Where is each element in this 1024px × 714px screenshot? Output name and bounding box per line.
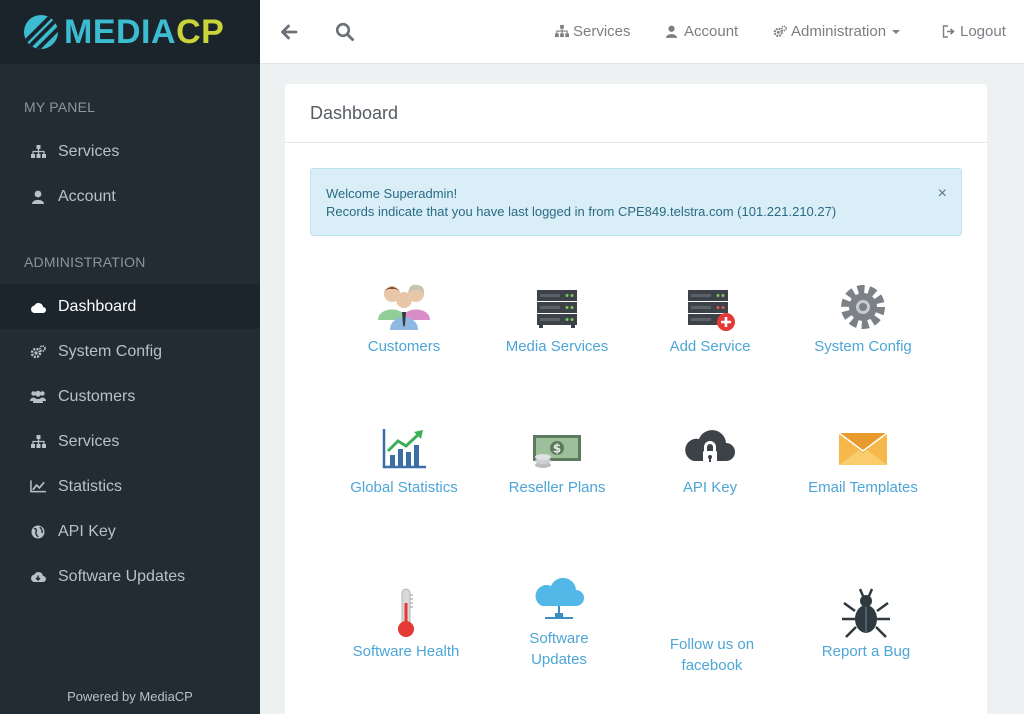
tile-add-service[interactable]: Add Service bbox=[634, 280, 786, 357]
sidebar-item-statistics[interactable]: Statistics bbox=[0, 464, 260, 509]
sidebar-item-account[interactable]: Account bbox=[0, 174, 260, 219]
tile-global-statistics-label: Global Statistics bbox=[350, 479, 458, 496]
logo-text: MEDIACP bbox=[64, 13, 225, 51]
sidebar-item-system-config[interactable]: System Config bbox=[0, 329, 260, 374]
logo[interactable]: MEDIACP bbox=[0, 0, 260, 64]
sitemap-icon bbox=[30, 144, 46, 160]
tile-system-config-label: System Config bbox=[814, 338, 912, 355]
server-icon bbox=[537, 290, 577, 328]
tile-customers-label: Customers bbox=[367, 338, 441, 355]
alert-last-login: Records indicate that you have last logg… bbox=[326, 204, 837, 219]
sitemap-icon bbox=[555, 24, 569, 39]
sidebar-item-label: Services bbox=[58, 142, 120, 160]
sidebar-item-label: Software Updates bbox=[58, 567, 186, 585]
sidebar-item-services-admin[interactable]: Services bbox=[0, 419, 260, 464]
logo-mark-icon bbox=[24, 15, 58, 49]
tile-reseller-plans[interactable]: $ Reseller Plans bbox=[481, 421, 633, 498]
sidebar-item-label: API Key bbox=[58, 522, 116, 540]
tile-report-bug[interactable]: Report a Bug bbox=[790, 585, 942, 662]
tile-software-health[interactable]: Software Health bbox=[330, 585, 482, 662]
sidebar-item-api-key[interactable]: API Key bbox=[0, 509, 260, 554]
tile-add-service-label: Add Service bbox=[669, 338, 751, 355]
sidebar-item-services[interactable]: Services bbox=[0, 129, 260, 174]
tile-email-templates-label: Email Templates bbox=[808, 479, 918, 496]
sidebar-item-label: Customers bbox=[58, 387, 136, 405]
chevron-down-icon bbox=[892, 29, 901, 34]
cloud-lock-icon bbox=[685, 430, 735, 465]
sidebar: MEDIACP MY PANEL Services Account ADMINI… bbox=[0, 0, 260, 714]
page-title: Dashboard bbox=[285, 84, 987, 143]
topbar: Services Account Administration Logout bbox=[260, 0, 1024, 64]
sidebar-item-customers[interactable]: Customers bbox=[0, 374, 260, 419]
tile-follow-facebook-label-1: Follow us on bbox=[669, 636, 755, 653]
tile-software-updates-label-1: Software bbox=[529, 630, 589, 647]
users-icon bbox=[30, 389, 46, 405]
sitemap-icon bbox=[30, 434, 46, 450]
sidebar-item-label: Services bbox=[58, 432, 120, 450]
topnav-logout-label: Logout bbox=[960, 23, 1006, 40]
line-chart-icon bbox=[30, 479, 46, 495]
topnav-administration[interactable]: Administration bbox=[773, 23, 901, 40]
sidebar-item-label: Account bbox=[58, 187, 116, 205]
topnav-services-label: Services bbox=[573, 23, 631, 40]
bar-chart-icon bbox=[382, 429, 426, 469]
tile-global-statistics[interactable]: Global Statistics bbox=[328, 421, 480, 498]
thermometer-icon bbox=[398, 588, 414, 637]
sidebar-item-label: System Config bbox=[58, 342, 163, 360]
dashboard-panel: Dashboard Welcome Superadmin! Records in… bbox=[285, 84, 987, 714]
topnav-services[interactable]: Services bbox=[555, 23, 631, 40]
topnav-account-label: Account bbox=[684, 23, 739, 40]
sidebar-item-dashboard[interactable]: Dashboard bbox=[0, 284, 260, 329]
sign-out-icon bbox=[942, 24, 956, 39]
money-icon: $ bbox=[533, 435, 581, 468]
section-title-my-panel: MY PANEL bbox=[24, 99, 96, 115]
tile-software-updates-label-2: Updates bbox=[531, 651, 587, 668]
tile-follow-facebook[interactable]: Follow us on facebook bbox=[636, 634, 788, 676]
tile-api-key-label: API Key bbox=[682, 479, 738, 496]
back-arrow-icon[interactable] bbox=[279, 22, 299, 42]
topnav-administration-label: Administration bbox=[791, 23, 887, 40]
tile-api-key[interactable]: API Key bbox=[634, 421, 786, 498]
nav-my-panel: Services Account bbox=[0, 129, 260, 219]
search-icon[interactable] bbox=[335, 22, 355, 42]
customers-icon bbox=[378, 284, 430, 330]
bug-icon bbox=[842, 588, 890, 638]
sidebar-item-software-updates[interactable]: Software Updates bbox=[0, 554, 260, 599]
gear-icon bbox=[841, 285, 885, 329]
tile-customers[interactable]: Customers bbox=[328, 280, 480, 357]
cloud-network-icon bbox=[535, 577, 584, 619]
user-icon bbox=[30, 189, 46, 205]
alert-greeting: Welcome Superadmin! bbox=[326, 186, 458, 201]
cloud-download-icon bbox=[30, 569, 46, 585]
welcome-alert: Welcome Superadmin! Records indicate tha… bbox=[310, 168, 962, 236]
globe-icon bbox=[30, 524, 46, 540]
topnav-account[interactable]: Account bbox=[666, 23, 738, 40]
cogs-icon bbox=[30, 344, 46, 360]
add-server-icon bbox=[688, 290, 735, 331]
tile-reseller-plans-label: Reseller Plans bbox=[508, 479, 606, 496]
svg-text:$: $ bbox=[553, 442, 561, 456]
topnav-logout[interactable]: Logout bbox=[942, 23, 1006, 40]
tile-media-services[interactable]: Media Services bbox=[481, 280, 633, 357]
tile-system-config[interactable]: System Config bbox=[787, 280, 939, 357]
tile-software-health-label: Software Health bbox=[352, 643, 460, 660]
tile-email-templates[interactable]: Email Templates bbox=[787, 421, 939, 498]
tile-follow-facebook-label-2: facebook bbox=[681, 657, 743, 674]
tile-report-bug-label: Report a Bug bbox=[821, 643, 911, 660]
close-icon[interactable]: × bbox=[938, 185, 947, 203]
envelope-icon bbox=[838, 432, 888, 465]
tile-media-services-label: Media Services bbox=[505, 338, 609, 355]
cogs-icon bbox=[773, 24, 787, 39]
sidebar-item-label: Dashboard bbox=[58, 297, 137, 315]
section-title-administration: ADMINISTRATION bbox=[24, 254, 146, 270]
tile-software-updates[interactable]: Software Updates bbox=[483, 572, 635, 670]
user-icon bbox=[666, 25, 680, 39]
powered-by: Powered by MediaCP bbox=[67, 689, 193, 704]
cloud-icon bbox=[30, 299, 46, 315]
nav-administration: Dashboard System Config Customers Servic… bbox=[0, 284, 260, 599]
sidebar-item-label: Statistics bbox=[58, 477, 123, 495]
